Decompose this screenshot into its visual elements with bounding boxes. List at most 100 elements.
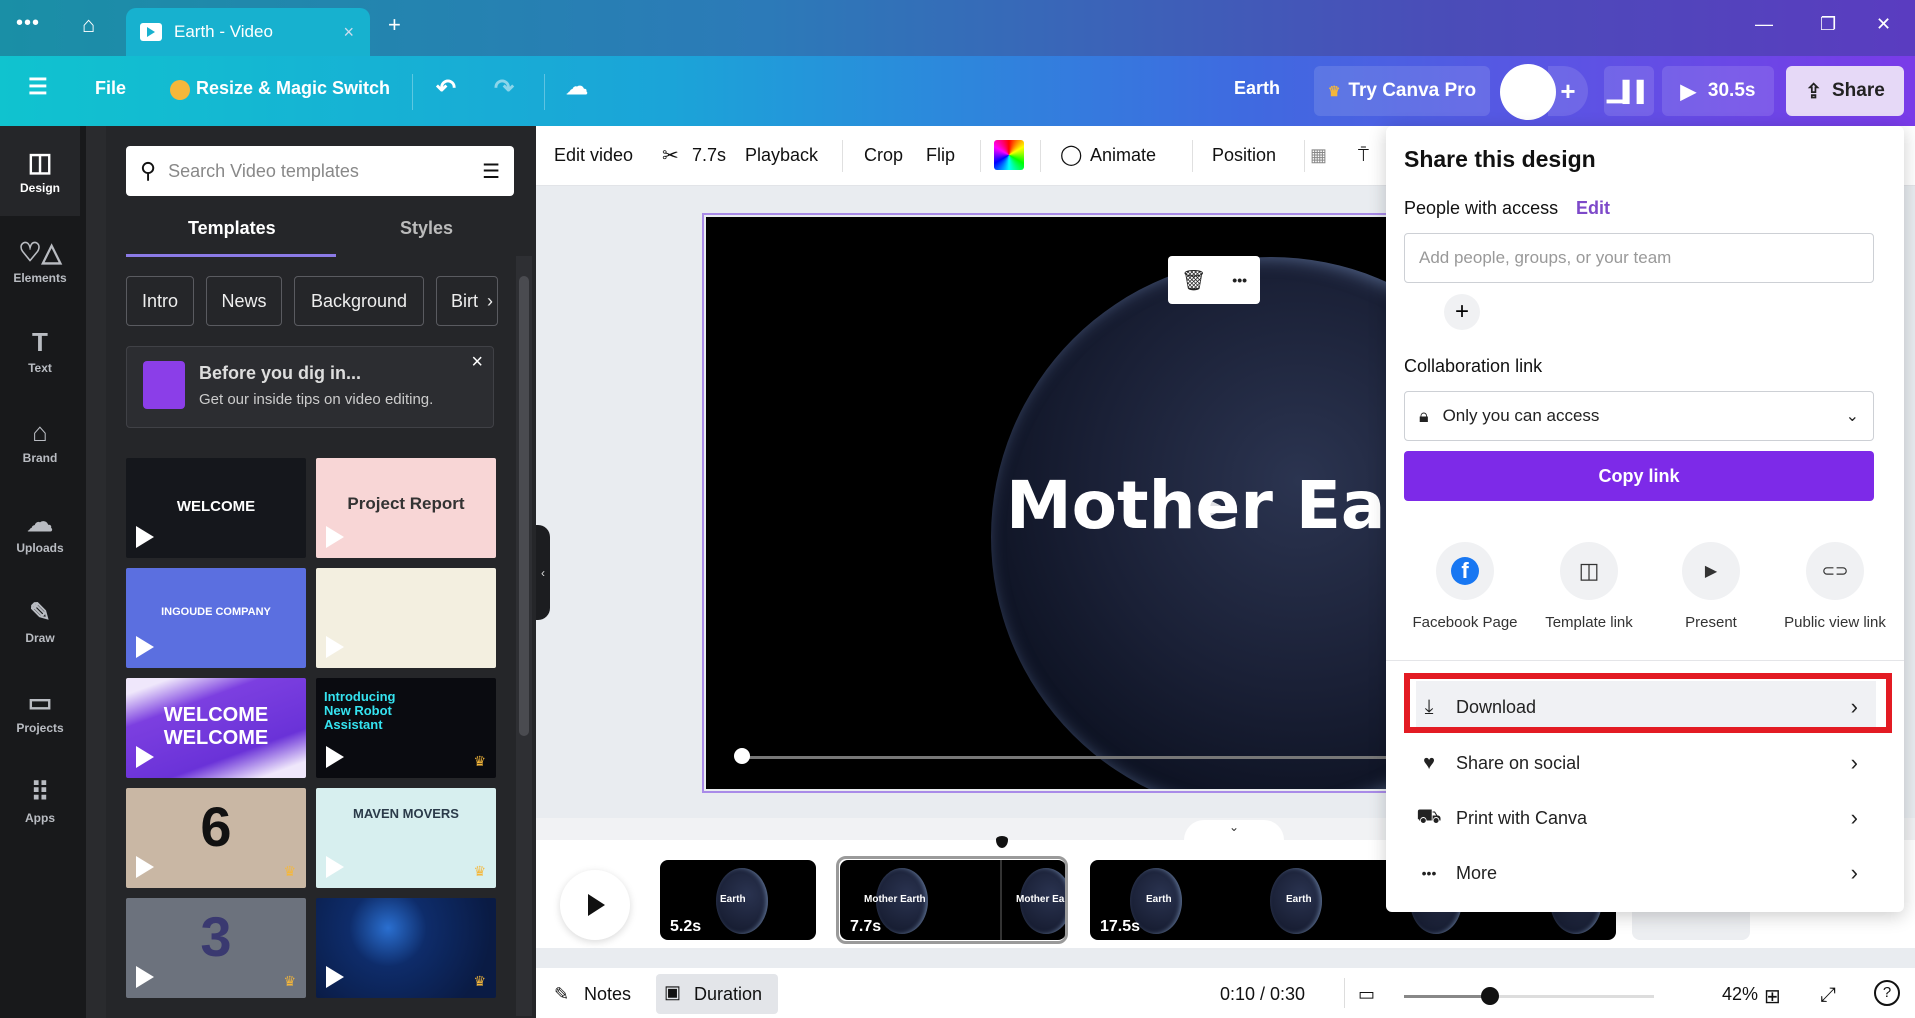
present-option[interactable]: ▶ Present [1646, 542, 1776, 631]
crop-button[interactable]: Crop [864, 145, 903, 166]
help-button[interactable]: ? [1874, 980, 1900, 1006]
position-button[interactable]: Position [1212, 145, 1276, 166]
tip-banner[interactable]: Before you dig in... Get our inside tips… [126, 346, 494, 428]
share-on-social-row[interactable]: ♥ Share on social › [1416, 737, 1876, 789]
notes-button[interactable]: Notes [584, 984, 631, 1005]
duration-button[interactable]: ▣ Duration [656, 974, 778, 1014]
add-person-button[interactable]: + [1444, 294, 1480, 330]
grid-view-icon[interactable]: ⊞ [1764, 984, 1781, 1009]
template-thumbnail[interactable]: ♛ [316, 898, 496, 998]
thumbnail-view-icon[interactable]: ▭ [1358, 984, 1375, 1005]
template-thumbnail[interactable]: 6 ♛ [126, 788, 306, 888]
flip-button[interactable]: Flip [926, 145, 955, 166]
color-picker[interactable] [994, 140, 1024, 170]
uploads-icon: ☁ [27, 507, 53, 537]
more-row[interactable]: ••• More › [1416, 847, 1876, 899]
link-icon: ⊂⊃ [1806, 542, 1864, 600]
template-link-option[interactable]: ◫ Template link [1524, 542, 1654, 631]
sidebar-item-draw[interactable]: ✎ Draw [0, 576, 80, 666]
sidebar-item-projects[interactable]: ▭ Projects [0, 666, 80, 756]
trim-duration[interactable]: 7.7s [692, 145, 726, 166]
template-thumbnail[interactable]: Introducing New Robot Assistant ♛ [316, 678, 496, 778]
crown-icon: ♛ [473, 863, 486, 879]
share-title: Share this design [1404, 146, 1596, 172]
edit-video-button[interactable]: Edit video [554, 145, 633, 166]
sidebar-item-design[interactable]: ◫ Design [0, 126, 80, 216]
scrubber-handle[interactable] [734, 748, 750, 764]
sidebar-item-label: Elements [13, 271, 67, 285]
video-scrubber[interactable] [740, 756, 1440, 759]
template-thumbnail[interactable]: Project Report [316, 458, 496, 558]
sidebar-scrollbar[interactable] [86, 126, 106, 1018]
selected-clip-outline [836, 856, 1068, 944]
print-with-canva-row[interactable]: ⛟ Print with Canva › [1416, 792, 1876, 844]
chevron-down-icon[interactable]: ⌄ [1184, 820, 1284, 840]
access-level-select[interactable]: 🔒︎ Only you can access ⌄ [1404, 391, 1874, 441]
template-thumbnail[interactable]: MAVEN MOVERS ♛ [316, 788, 496, 888]
template-thumbnail[interactable]: 3 ♛ [126, 898, 306, 998]
video-canvas[interactable]: Mother Earth ▶ [706, 217, 1406, 789]
tab-styles[interactable]: Styles [400, 218, 453, 239]
minimize-button[interactable]: — [1755, 14, 1773, 35]
zoom-slider-handle[interactable] [1481, 987, 1499, 1005]
animate-button[interactable]: Animate [1090, 145, 1156, 166]
add-collaborator-button[interactable]: + [1548, 66, 1588, 116]
document-name[interactable]: Earth [1234, 78, 1280, 99]
cloud-check-icon[interactable]: ☁ [566, 74, 588, 100]
restore-button[interactable]: ❐ [1820, 14, 1836, 35]
close-window-button[interactable]: ✕ [1876, 14, 1891, 35]
undo-icon[interactable]: ↶ [436, 74, 456, 103]
try-canva-pro-button[interactable]: ♛ Try Canva Pro [1314, 66, 1490, 116]
close-tab-icon[interactable]: × [343, 22, 354, 43]
public-view-link-option[interactable]: ⊂⊃ Public view link [1770, 542, 1900, 631]
sidebar-item-uploads[interactable]: ☁ Uploads [0, 486, 80, 576]
sidebar-item-brand[interactable]: ⌂ Brand [0, 396, 80, 486]
filter-icon[interactable]: ☰ [482, 159, 500, 184]
close-icon[interactable]: × [471, 351, 483, 374]
facebook-page-option[interactable]: f Facebook Page [1400, 542, 1530, 631]
template-thumbnail[interactable]: INGOUDE COMPANY [126, 568, 306, 668]
chip-intro[interactable]: Intro [126, 276, 194, 326]
redo-icon[interactable]: ↷ [494, 74, 514, 103]
sidebar-item-text[interactable]: T Text [0, 306, 80, 396]
delete-icon[interactable]: 🗑 [1181, 268, 1206, 293]
tab-templates[interactable]: Templates [188, 218, 276, 239]
share-button[interactable]: ⇪ Share [1786, 66, 1904, 116]
transparency-icon[interactable]: ▦ [1310, 145, 1327, 166]
menu-icon[interactable]: ☰ [28, 74, 48, 100]
resize-magic-switch-button[interactable]: Resize & Magic Switch [196, 78, 390, 99]
sidebar-item-elements[interactable]: ♡△ Elements [0, 216, 80, 306]
fullscreen-icon[interactable]: ⤢ [1820, 984, 1836, 1007]
add-people-input[interactable]: Add people, groups, or your team [1404, 233, 1874, 283]
timeline-play-button[interactable] [560, 870, 630, 940]
scissors-icon[interactable]: ✂ [662, 143, 679, 168]
template-thumbnail[interactable]: WELCOME [126, 458, 306, 558]
paint-roller-icon[interactable]: ⍑ [1358, 145, 1369, 166]
playback-button[interactable]: Playback [745, 145, 818, 166]
timeline-clip[interactable]: Earth 5.2s [660, 860, 816, 940]
chip-news[interactable]: News [206, 276, 282, 326]
browser-tab[interactable]: Earth - Video × [126, 8, 370, 56]
panel-scrollbar[interactable] [516, 256, 532, 1016]
edit-access-link[interactable]: Edit [1576, 198, 1610, 219]
chevron-right-icon[interactable]: › [487, 291, 493, 312]
play-preview-button[interactable]: ▶ 30.5s [1662, 66, 1774, 116]
analytics-icon[interactable]: ▁▌▌ [1604, 66, 1654, 116]
video-play-icon[interactable]: ▶ [1206, 491, 1226, 522]
collapse-panel-button[interactable]: ‹ [536, 525, 550, 620]
home-icon[interactable]: ⌂ [82, 12, 95, 38]
crown-icon: ♛ [283, 863, 296, 879]
template-thumbnail[interactable]: WELCOME WELCOME [126, 678, 306, 778]
file-menu[interactable]: File [95, 78, 126, 99]
lock-icon: 🔒︎ [1419, 405, 1429, 426]
sidebar-item-apps[interactable]: ⠿ Apps [0, 756, 80, 846]
new-tab-button[interactable]: + [388, 12, 401, 38]
template-thumbnail[interactable] [316, 568, 496, 668]
chip-background[interactable]: Background [294, 276, 424, 326]
zoom-percent[interactable]: 42% [1722, 984, 1758, 1005]
search-input[interactable]: ⚲ Search Video templates ☰ [126, 146, 514, 196]
copy-link-button[interactable]: Copy link [1404, 451, 1874, 501]
chip-birthday[interactable]: Birt › [436, 276, 498, 326]
ellipsis-icon[interactable]: ••• [16, 12, 40, 35]
more-options-icon[interactable]: ••• [1232, 272, 1247, 288]
